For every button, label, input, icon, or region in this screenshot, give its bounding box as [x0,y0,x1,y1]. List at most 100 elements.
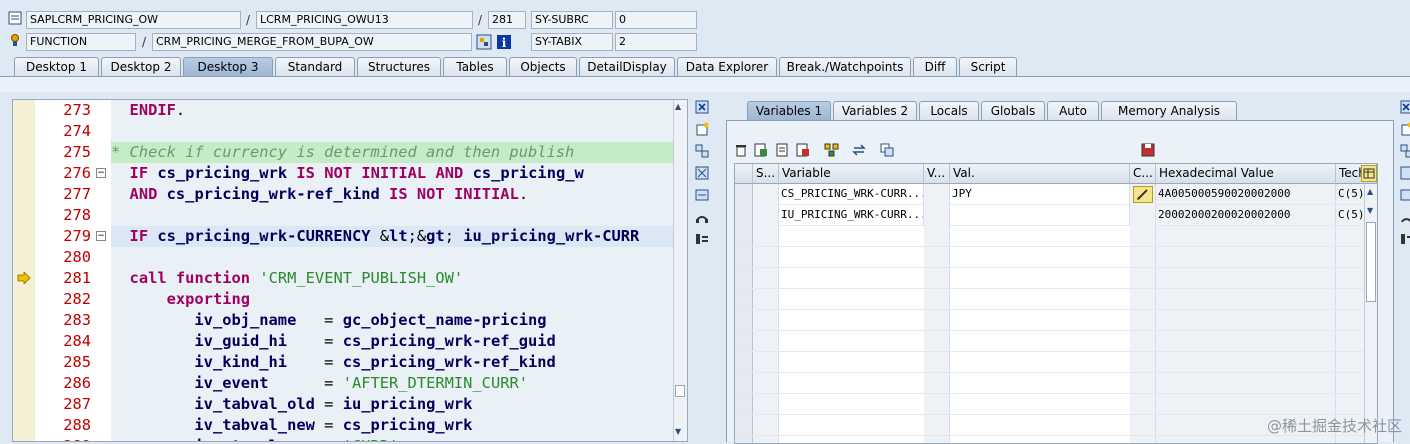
event-type-field[interactable]: FUNCTION [26,33,136,51]
code-line: iv_guid_hi = cs_pricing_wrk-ref_guid [111,331,679,352]
close-icon[interactable] [694,100,710,116]
column-settings-icon[interactable] [1361,165,1377,182]
function-icon [8,33,24,49]
editor-tool-column [694,100,712,250]
fold-toggle-icon[interactable]: − [96,231,106,241]
line-number: 280 [35,247,91,268]
transfer-icon[interactable] [852,143,868,159]
tab-desktop-2[interactable]: Desktop 2 [101,57,181,76]
tab-memory-analysis[interactable]: Memory Analysis [1101,101,1237,120]
editor-vertical-scrollbar[interactable]: ▲ ▼ [673,100,687,441]
grid-header-v[interactable]: V... [924,164,950,184]
code-line: AND cs_pricing_wrk-ref_kind IS NOT INITI… [111,184,679,205]
empty-row [735,394,1364,415]
code-line [111,121,679,142]
variable-name-cell[interactable]: CS_PRICING_WRK-CURR... [779,184,924,205]
sy-tabix-value[interactable]: 2 [615,33,697,51]
save-list-icon[interactable] [776,143,792,159]
new-tool-icon[interactable] [694,122,710,138]
tab-desktop-3[interactable]: Desktop 3 [183,57,273,76]
tab-standard[interactable]: Standard [275,57,355,76]
scroll-thumb[interactable] [1366,222,1376,302]
grid-header-change[interactable]: C... [1130,164,1156,184]
line-number: 289 [35,436,91,442]
services-icon[interactable] [694,210,710,226]
hex-value-cell: 4A005000590020002000 [1156,184,1336,205]
tab-detaildisplay[interactable]: DetailDisplay [579,57,675,76]
tab-desktop-1[interactable]: Desktop 1 [14,57,99,76]
maximize-icon[interactable] [1398,166,1410,182]
tab-diff[interactable]: Diff [913,57,957,76]
save-icon[interactable] [1141,143,1157,159]
variable-value-cell[interactable]: JPY [950,184,1130,205]
line-number: 283 [35,310,91,331]
svg-text:i: i [502,36,507,50]
variables-grid[interactable]: S... Variable V... Val. C... Hexadecimal… [734,163,1378,444]
variable-value-cell[interactable] [950,205,1130,226]
tab-script[interactable]: Script [959,57,1017,76]
code-text-area[interactable]: ENDIF. * Check if currency is determined… [111,100,679,441]
new-tool-icon[interactable] [1398,122,1410,138]
swap-tool-icon[interactable] [1398,144,1410,160]
empty-row [735,289,1364,310]
resize-horizontal-icon[interactable] [694,188,710,204]
tab-tables[interactable]: Tables [443,57,507,76]
services-icon[interactable] [1398,210,1410,226]
include-field[interactable]: LCRM_PRICING_OWU13 [256,11,473,29]
settings-tool-icon[interactable] [1398,232,1410,248]
variables-panel: Variables 1 Variables 2 Locals Globals A… [726,97,1394,442]
sy-subrc-value[interactable]: 0 [615,11,697,29]
event-name-field[interactable]: CRM_PRICING_MERGE_FROM_BUPA_OW [152,33,472,51]
maximize-icon[interactable] [694,166,710,182]
grid-header-status[interactable]: S... [753,164,779,184]
program-field[interactable]: SAPLCRM_PRICING_OW [26,11,241,29]
scroll-up-arrow-icon[interactable]: ▲ [1367,187,1373,196]
code-line: iv_strval = 'CURR' [111,436,679,442]
delete-icon[interactable] [734,143,750,159]
tab-auto[interactable]: Auto [1047,101,1099,120]
source-code-editor[interactable]: 273 274 275 276 277 278 279 280 281 282 … [12,99,688,442]
grid-vertical-scrollbar[interactable]: ▲ ▼ [1364,184,1377,443]
import-icon[interactable] [754,143,770,159]
tab-variables-1[interactable]: Variables 1 [747,101,831,120]
tab-variables-2[interactable]: Variables 2 [833,101,917,120]
copy-icon[interactable] [880,143,896,159]
settings-tool-icon[interactable] [694,232,710,248]
variable-name-cell[interactable]: IU_PRICING_WRK-CURR... [779,205,924,226]
breakpoint-gutter[interactable] [13,100,36,441]
swap-tool-icon[interactable] [694,144,710,160]
close-icon[interactable] [1398,100,1410,116]
line-field[interactable]: 281 [488,11,526,29]
tab-data-explorer[interactable]: Data Explorer [677,57,777,76]
code-line [111,247,679,268]
grid-header-value[interactable]: Val. [950,164,1130,184]
empty-row [735,247,1364,268]
grid-header-variable[interactable]: Variable [779,164,924,184]
tab-structures[interactable]: Structures [357,57,441,76]
code-line: ENDIF. [111,100,679,121]
hex-value-cell: 20002000200020002000 [1156,205,1336,226]
program-icon [8,11,24,27]
fold-toggle-icon[interactable]: − [96,168,106,178]
code-line comment-line: * Check if currency is determined and th… [111,142,679,163]
tab-locals[interactable]: Locals [919,101,979,120]
resize-horizontal-icon[interactable] [1398,188,1410,204]
info-icon[interactable]: i [496,34,512,50]
tab-break-watchpoints[interactable]: Break./Watchpoints [779,57,911,76]
hierarchy-icon[interactable] [824,143,840,159]
grid-header-hex[interactable]: Hexadecimal Value [1156,164,1336,184]
tab-objects[interactable]: Objects [509,57,577,76]
edit-pencil-icon[interactable] [1133,186,1153,203]
code-line: iv_kind_hi = cs_pricing_wrk-ref_kind [111,352,679,373]
export-icon[interactable] [796,143,812,159]
scroll-thumb[interactable] [675,385,685,397]
structure-icon[interactable] [476,34,492,50]
scroll-down-arrow-icon[interactable]: ▼ [675,427,681,436]
empty-row [735,268,1364,289]
grid-header-selector [735,164,753,184]
code-line cursor-line: IF cs_pricing_wrk-CURRENCY &lt;&gt; iu_p… [111,226,679,247]
scroll-down-arrow-icon[interactable]: ▼ [1367,206,1373,215]
code-line: iv_obj_name = gc_object_name-pricing [111,310,679,331]
tab-globals[interactable]: Globals [981,101,1045,120]
scroll-up-arrow-icon[interactable]: ▲ [675,102,681,111]
